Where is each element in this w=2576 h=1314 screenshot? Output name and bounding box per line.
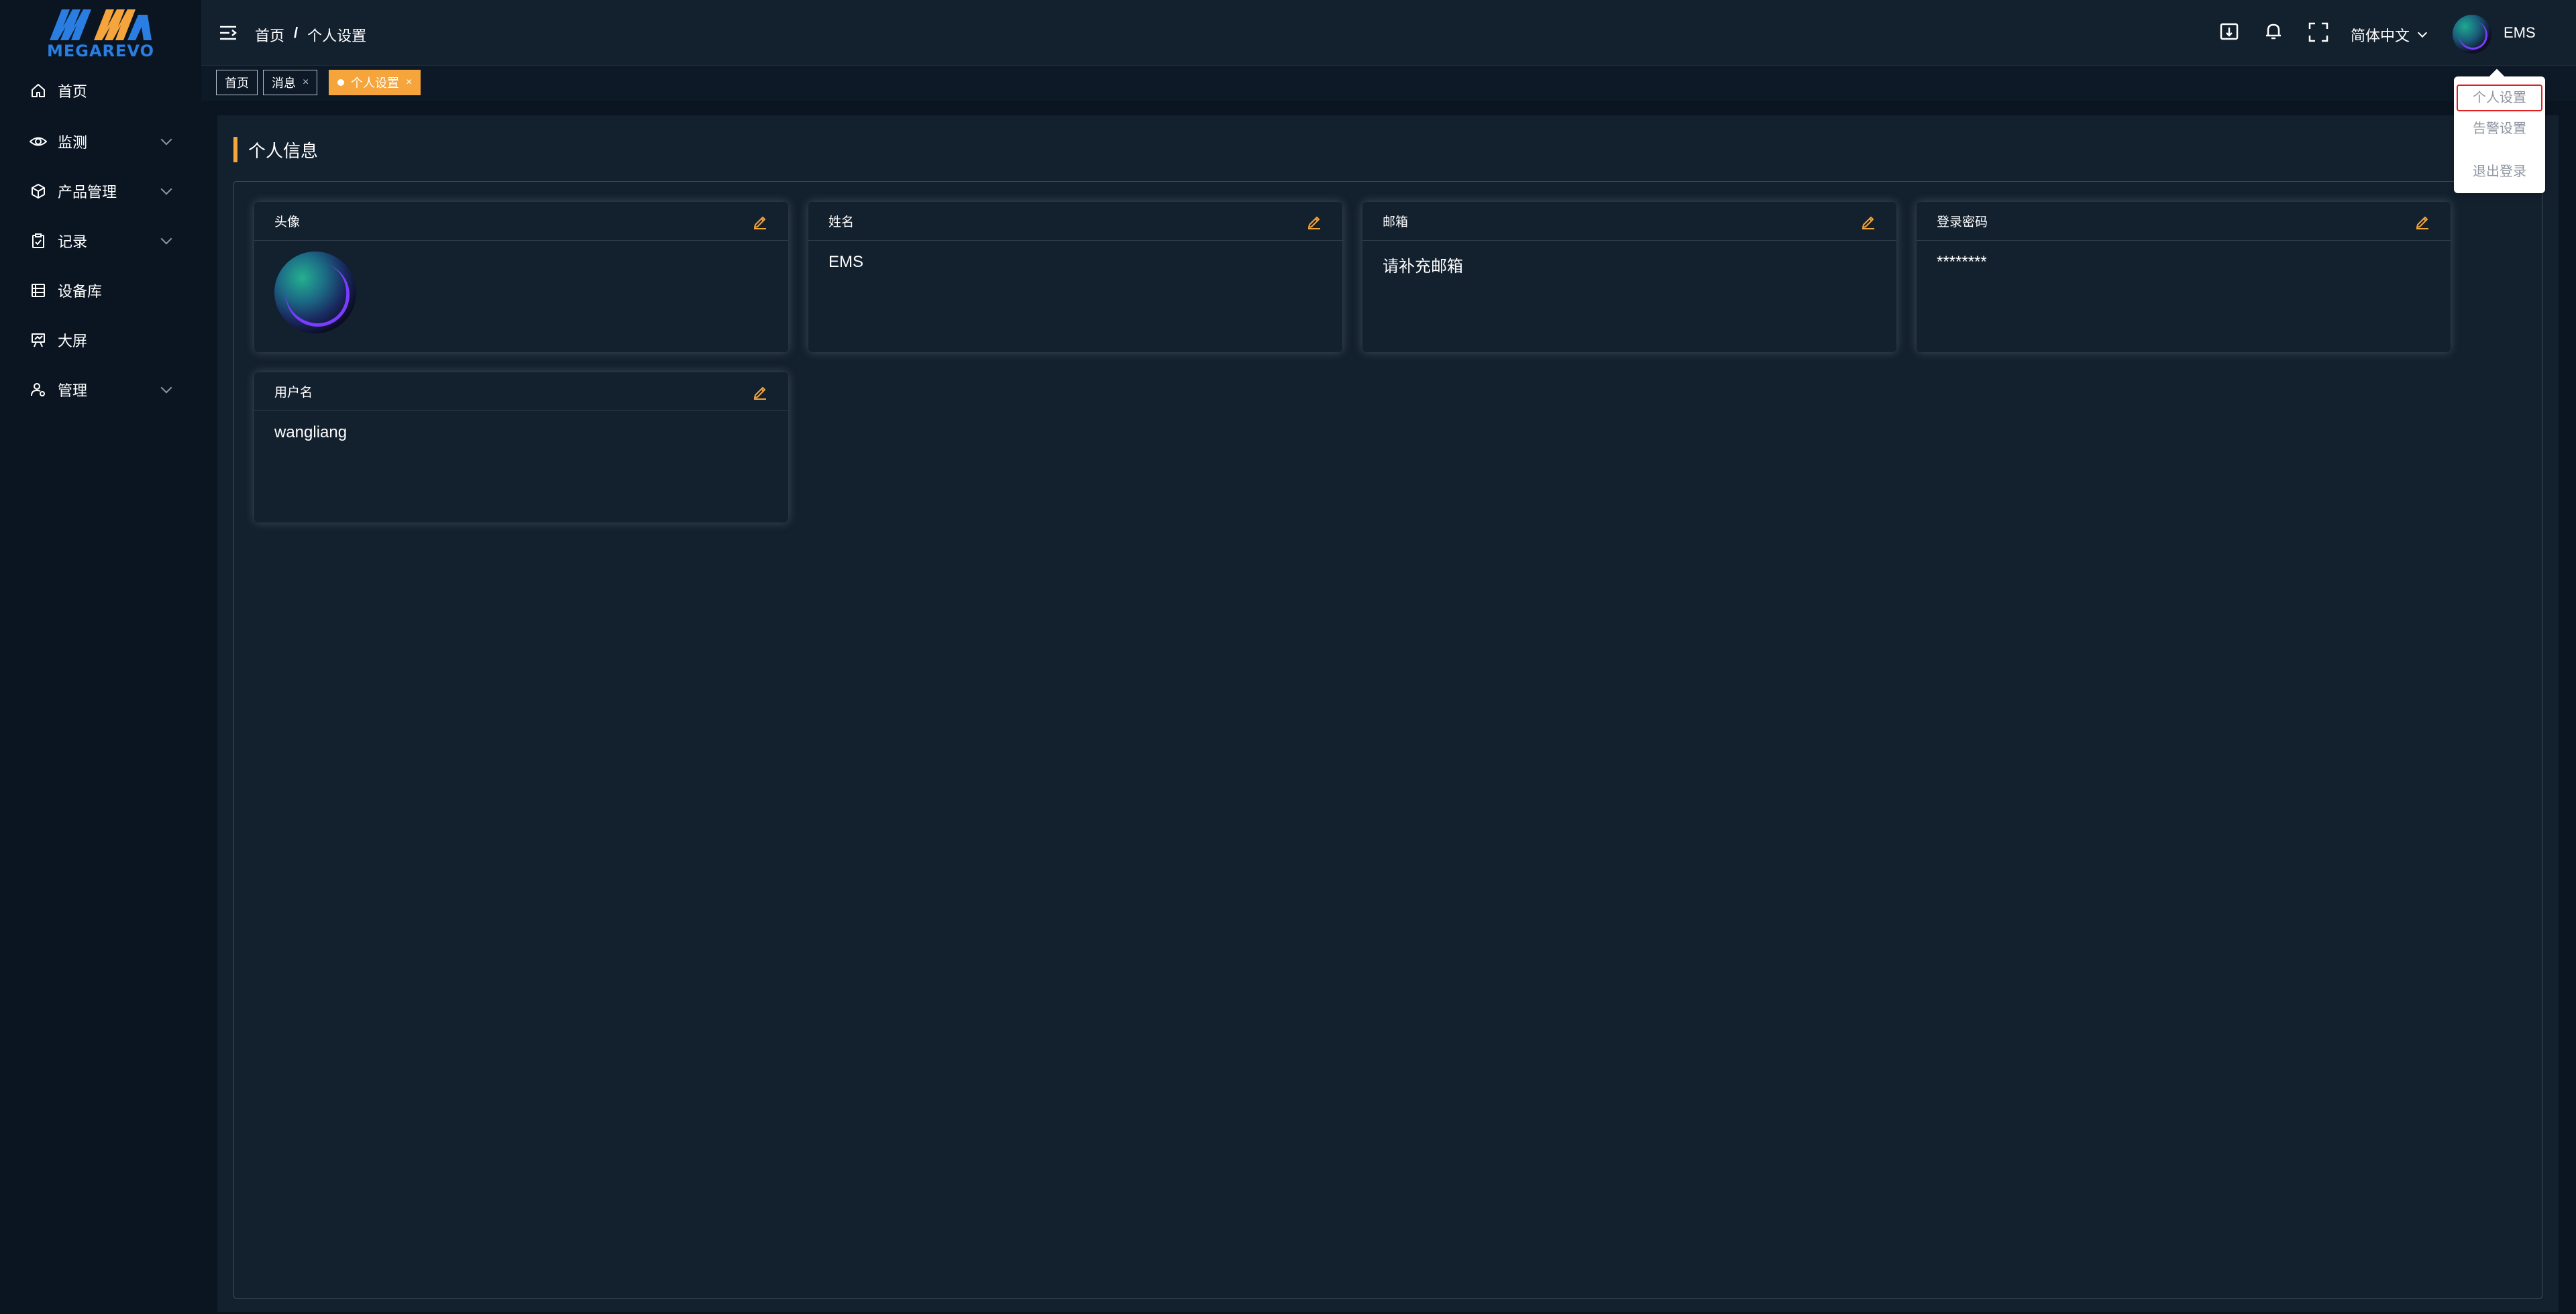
sidebar-menu: 首页 监测 产品管理 记录 设备库 大屏 管理 bbox=[0, 67, 201, 415]
card-value: 请补充邮箱 bbox=[1383, 258, 1463, 276]
breadcrumb: 首页 / 个人设置 bbox=[255, 24, 366, 46]
logo-mark bbox=[50, 9, 152, 40]
chevron-down-icon bbox=[160, 133, 172, 146]
card-avatar: 头像 bbox=[254, 202, 788, 352]
menu-fold-icon[interactable] bbox=[219, 24, 237, 42]
card-title: 用户名 bbox=[274, 386, 313, 400]
breadcrumb-separator: / bbox=[294, 24, 299, 41]
tab-label: 个人设置 bbox=[351, 76, 399, 90]
card-value: wangliang bbox=[274, 423, 347, 441]
sidebar: MEGAREVO 首页 监测 产品管理 记录 设备库 大屏 管理 bbox=[0, 0, 201, 1314]
tab-home[interactable]: 首页 bbox=[216, 70, 258, 95]
sidebar-item-label: 大屏 bbox=[58, 333, 88, 349]
menu-item-logout[interactable]: 退出登录 bbox=[2457, 158, 2542, 185]
card-password: 登录密码 ******** bbox=[1917, 202, 2451, 352]
sidebar-item-records[interactable]: 记录 bbox=[0, 216, 201, 266]
card-header: 邮箱 bbox=[1362, 202, 1896, 241]
breadcrumb-current: 个人设置 bbox=[307, 28, 367, 44]
section-title-text: 个人信息 bbox=[248, 140, 319, 161]
cube-icon bbox=[30, 182, 47, 200]
main-content: 个人信息 头像 姓名 EMS 邮箱 请补充邮箱 登录密码 ******** 用户… bbox=[217, 115, 2559, 1312]
top-header: 首页 / 个人设置 简体中文 EMS bbox=[201, 0, 2576, 66]
title-accent-bar bbox=[233, 137, 237, 162]
close-icon[interactable]: × bbox=[303, 76, 309, 89]
sidebar-item-label: 产品管理 bbox=[58, 184, 117, 201]
card-value: EMS bbox=[828, 253, 864, 271]
user-dropdown-menu: 个人设置 告警设置 退出登录 bbox=[2454, 76, 2545, 193]
sidebar-item-label: 设备库 bbox=[58, 283, 103, 300]
card-header: 姓名 bbox=[808, 202, 1342, 241]
edit-icon[interactable] bbox=[2414, 213, 2430, 229]
info-panel: 头像 姓名 EMS 邮箱 请补充邮箱 登录密码 ******** 用户名 wan… bbox=[233, 181, 2542, 1299]
active-dot-icon bbox=[337, 79, 344, 86]
sidebar-item-label: 记录 bbox=[58, 233, 88, 250]
card-header: 用户名 bbox=[254, 372, 788, 411]
card-title: 头像 bbox=[274, 215, 301, 229]
user-avatar[interactable] bbox=[2453, 15, 2491, 54]
bell-icon[interactable] bbox=[2263, 21, 2285, 43]
sidebar-item-monitor[interactable]: 监测 bbox=[0, 117, 201, 166]
home-icon bbox=[30, 82, 47, 99]
user-name[interactable]: EMS bbox=[2504, 24, 2536, 42]
sidebar-item-big-screen[interactable]: 大屏 bbox=[0, 315, 201, 365]
edit-icon[interactable] bbox=[1860, 213, 1876, 229]
edit-icon[interactable] bbox=[752, 213, 768, 229]
logo-text: MEGAREVO bbox=[47, 42, 154, 60]
sidebar-item-label: 监测 bbox=[58, 134, 88, 151]
card-title: 邮箱 bbox=[1383, 215, 1409, 229]
sidebar-item-device-library[interactable]: 设备库 bbox=[0, 266, 201, 315]
card-name: 姓名 EMS bbox=[808, 202, 1342, 352]
megarevo-logo[interactable]: MEGAREVO bbox=[47, 7, 154, 60]
database-icon bbox=[30, 282, 47, 299]
breadcrumb-home[interactable]: 首页 bbox=[255, 24, 284, 46]
sidebar-item-label: 管理 bbox=[58, 382, 88, 399]
card-email: 邮箱 请补充邮箱 bbox=[1362, 202, 1896, 352]
menu-item-alarm-settings[interactable]: 告警设置 bbox=[2457, 115, 2542, 142]
sidebar-item-management[interactable]: 管理 bbox=[0, 365, 201, 415]
sidebar-item-product-management[interactable]: 产品管理 bbox=[0, 166, 201, 216]
chevron-down-icon bbox=[160, 382, 172, 394]
card-title: 姓名 bbox=[828, 215, 855, 229]
close-icon[interactable]: × bbox=[406, 76, 412, 89]
card-username: 用户名 wangliang bbox=[254, 372, 788, 523]
language-label: 简体中文 bbox=[2351, 28, 2410, 44]
avatar-image[interactable] bbox=[274, 252, 356, 333]
card-title: 登录密码 bbox=[1937, 215, 1988, 229]
chevron-down-icon bbox=[160, 233, 172, 245]
tab-label: 首页 bbox=[225, 76, 249, 90]
chevron-down-icon bbox=[2417, 28, 2428, 38]
presentation-icon bbox=[30, 331, 47, 349]
fullscreen-icon[interactable] bbox=[2308, 21, 2329, 43]
clipboard-check-icon bbox=[30, 232, 47, 250]
user-gear-icon bbox=[30, 381, 47, 398]
chevron-down-icon bbox=[160, 183, 172, 195]
card-value: ******** bbox=[1937, 253, 1987, 271]
section-title: 个人信息 bbox=[233, 137, 318, 162]
edit-icon[interactable] bbox=[752, 384, 768, 400]
eye-icon bbox=[30, 133, 47, 150]
tabs-bar: 首页 消息 × 个人设置 × bbox=[201, 66, 2576, 101]
edit-icon[interactable] bbox=[1306, 213, 1322, 229]
tab-personal-settings[interactable]: 个人设置 × bbox=[329, 70, 421, 95]
language-selector[interactable]: 简体中文 bbox=[2351, 24, 2428, 46]
tab-messages[interactable]: 消息 × bbox=[263, 70, 318, 95]
manual-book-icon[interactable] bbox=[2219, 21, 2241, 43]
sidebar-item-home[interactable]: 首页 bbox=[0, 66, 201, 115]
card-header: 头像 bbox=[254, 202, 788, 241]
menu-item-personal-settings[interactable]: 个人设置 bbox=[2457, 85, 2542, 111]
sidebar-item-label: 首页 bbox=[58, 83, 88, 100]
card-header: 登录密码 bbox=[1917, 202, 2451, 241]
tab-label: 消息 bbox=[272, 76, 296, 90]
